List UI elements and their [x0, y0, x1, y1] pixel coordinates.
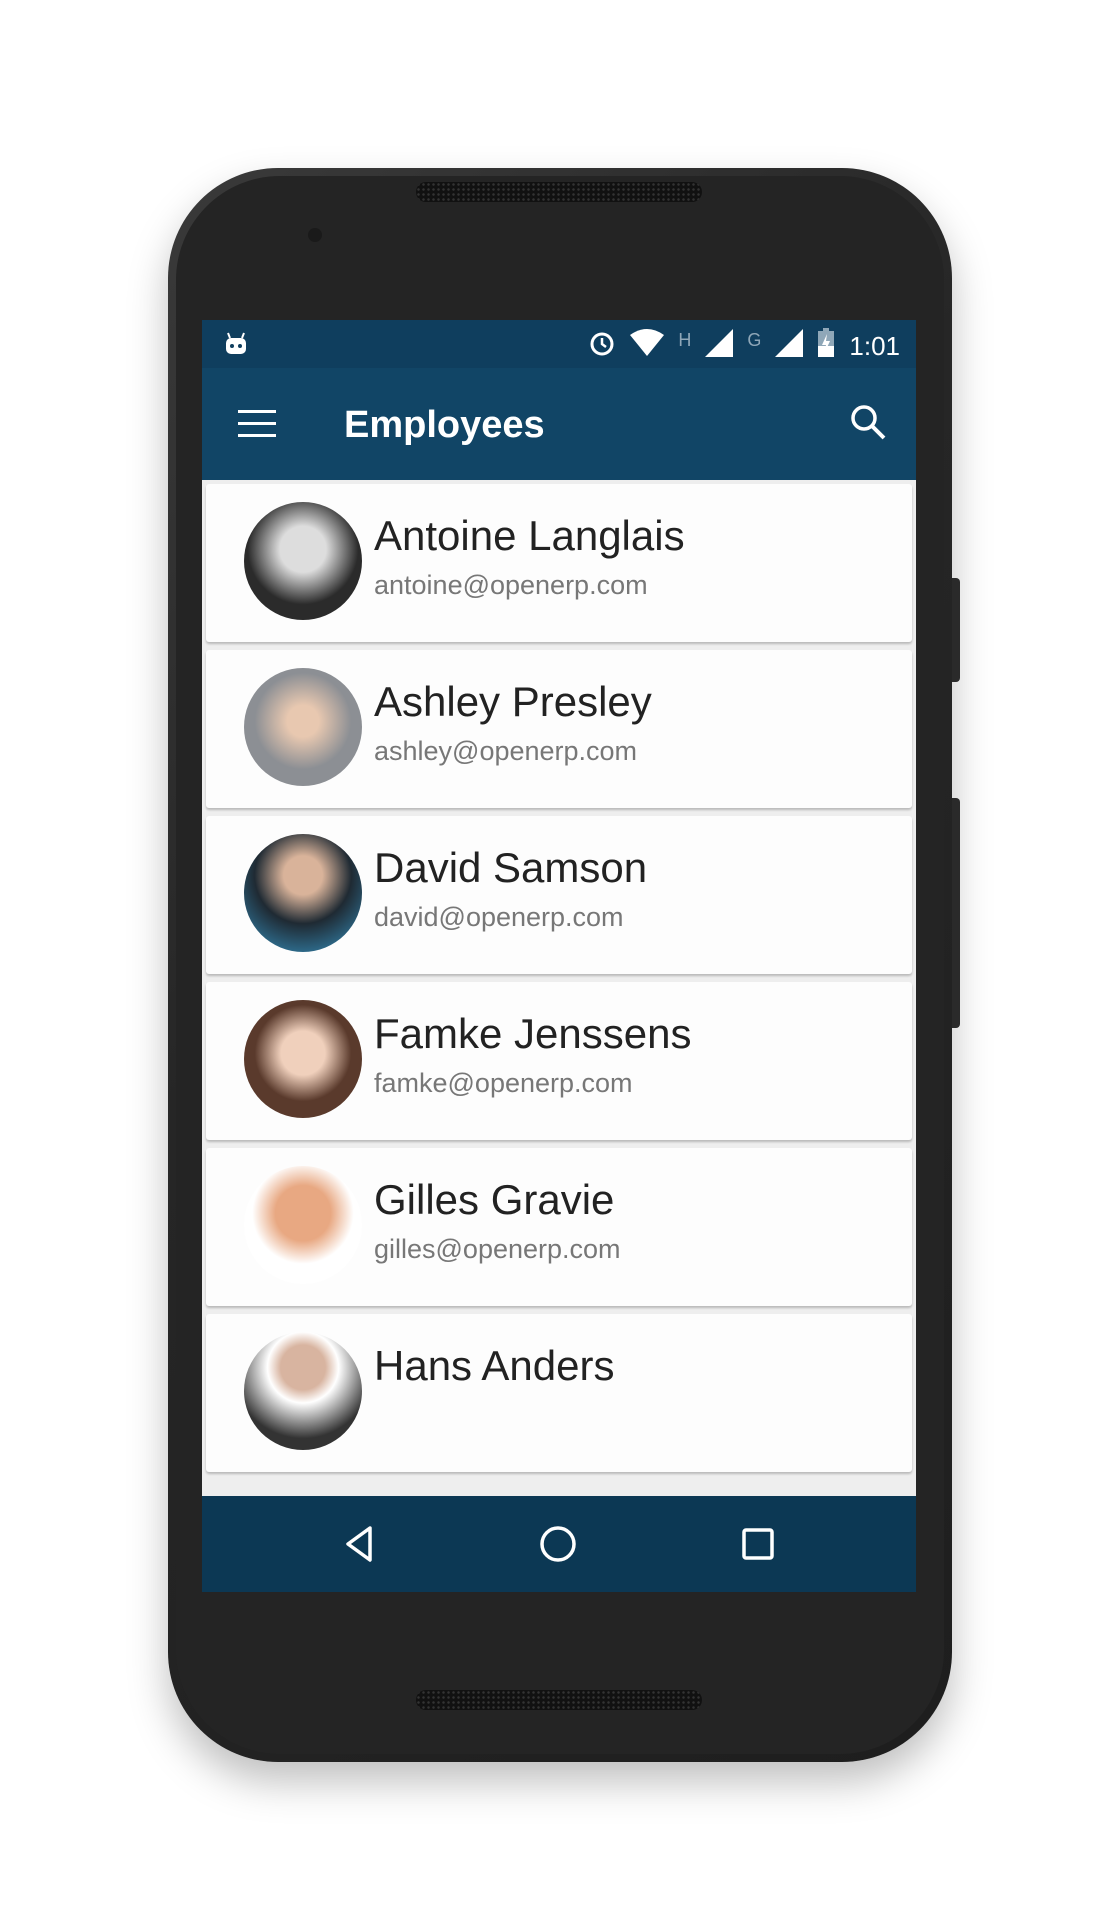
employee-avatar — [244, 1332, 362, 1450]
signal-icon — [705, 329, 734, 364]
employee-card[interactable]: Antoine Langlais antoine@openerp.com — [206, 484, 912, 642]
employee-card[interactable]: Famke Jenssens famke@openerp.com — [206, 982, 912, 1140]
network-type-h: H — [678, 330, 692, 350]
status-bar: H G 1:01 — [202, 320, 916, 368]
employee-card[interactable]: Hans Anders — [206, 1314, 912, 1472]
employee-name: David Samson — [374, 844, 648, 891]
network-type-g: G — [747, 330, 762, 350]
recents-icon[interactable] — [738, 1524, 778, 1564]
employee-email: david@openerp.com — [374, 902, 624, 932]
front-camera — [308, 228, 322, 242]
top-speaker — [416, 182, 702, 202]
employee-avatar — [244, 834, 362, 952]
alarm-icon — [588, 329, 616, 364]
employee-name: Gilles Gravie — [374, 1176, 615, 1223]
employee-avatar — [244, 502, 362, 620]
employee-list: Antoine Langlais antoine@openerp.com Ash… — [202, 480, 916, 1480]
employee-email: famke@openerp.com — [374, 1068, 633, 1098]
wifi-icon — [630, 329, 665, 364]
signal-icon — [775, 329, 804, 364]
battery-charging-icon — [817, 328, 835, 365]
screen: H G 1:01 Employees Antoine Langlais anto… — [202, 320, 916, 1592]
app-bar: Employees — [202, 368, 916, 480]
employee-card[interactable]: Gilles Gravie gilles@openerp.com — [206, 1148, 912, 1306]
employee-avatar — [244, 668, 362, 786]
employee-avatar — [244, 1166, 362, 1284]
employee-email: ashley@openerp.com — [374, 736, 638, 766]
employee-name: Ashley Presley — [374, 678, 652, 725]
navigation-bar — [202, 1496, 916, 1592]
clock: 1:01 — [849, 331, 900, 361]
hamburger-menu-icon[interactable] — [238, 410, 276, 438]
employee-card[interactable]: David Samson david@openerp.com — [206, 816, 912, 974]
employee-email: antoine@openerp.com — [374, 570, 648, 600]
employee-name: Famke Jenssens — [374, 1010, 692, 1057]
employee-name: Antoine Langlais — [374, 512, 685, 559]
bottom-speaker — [416, 1690, 702, 1710]
home-icon[interactable] — [538, 1524, 578, 1564]
employee-email: gilles@openerp.com — [374, 1234, 621, 1264]
power-button[interactable] — [952, 578, 960, 682]
employee-name: Hans Anders — [374, 1342, 615, 1389]
page-title: Employees — [344, 404, 545, 446]
search-icon[interactable] — [848, 402, 888, 442]
back-icon[interactable] — [340, 1524, 380, 1564]
employee-card[interactable]: Ashley Presley ashley@openerp.com — [206, 650, 912, 808]
android-notification-icon — [224, 332, 248, 361]
employee-avatar — [244, 1000, 362, 1118]
volume-button[interactable] — [952, 798, 960, 1028]
